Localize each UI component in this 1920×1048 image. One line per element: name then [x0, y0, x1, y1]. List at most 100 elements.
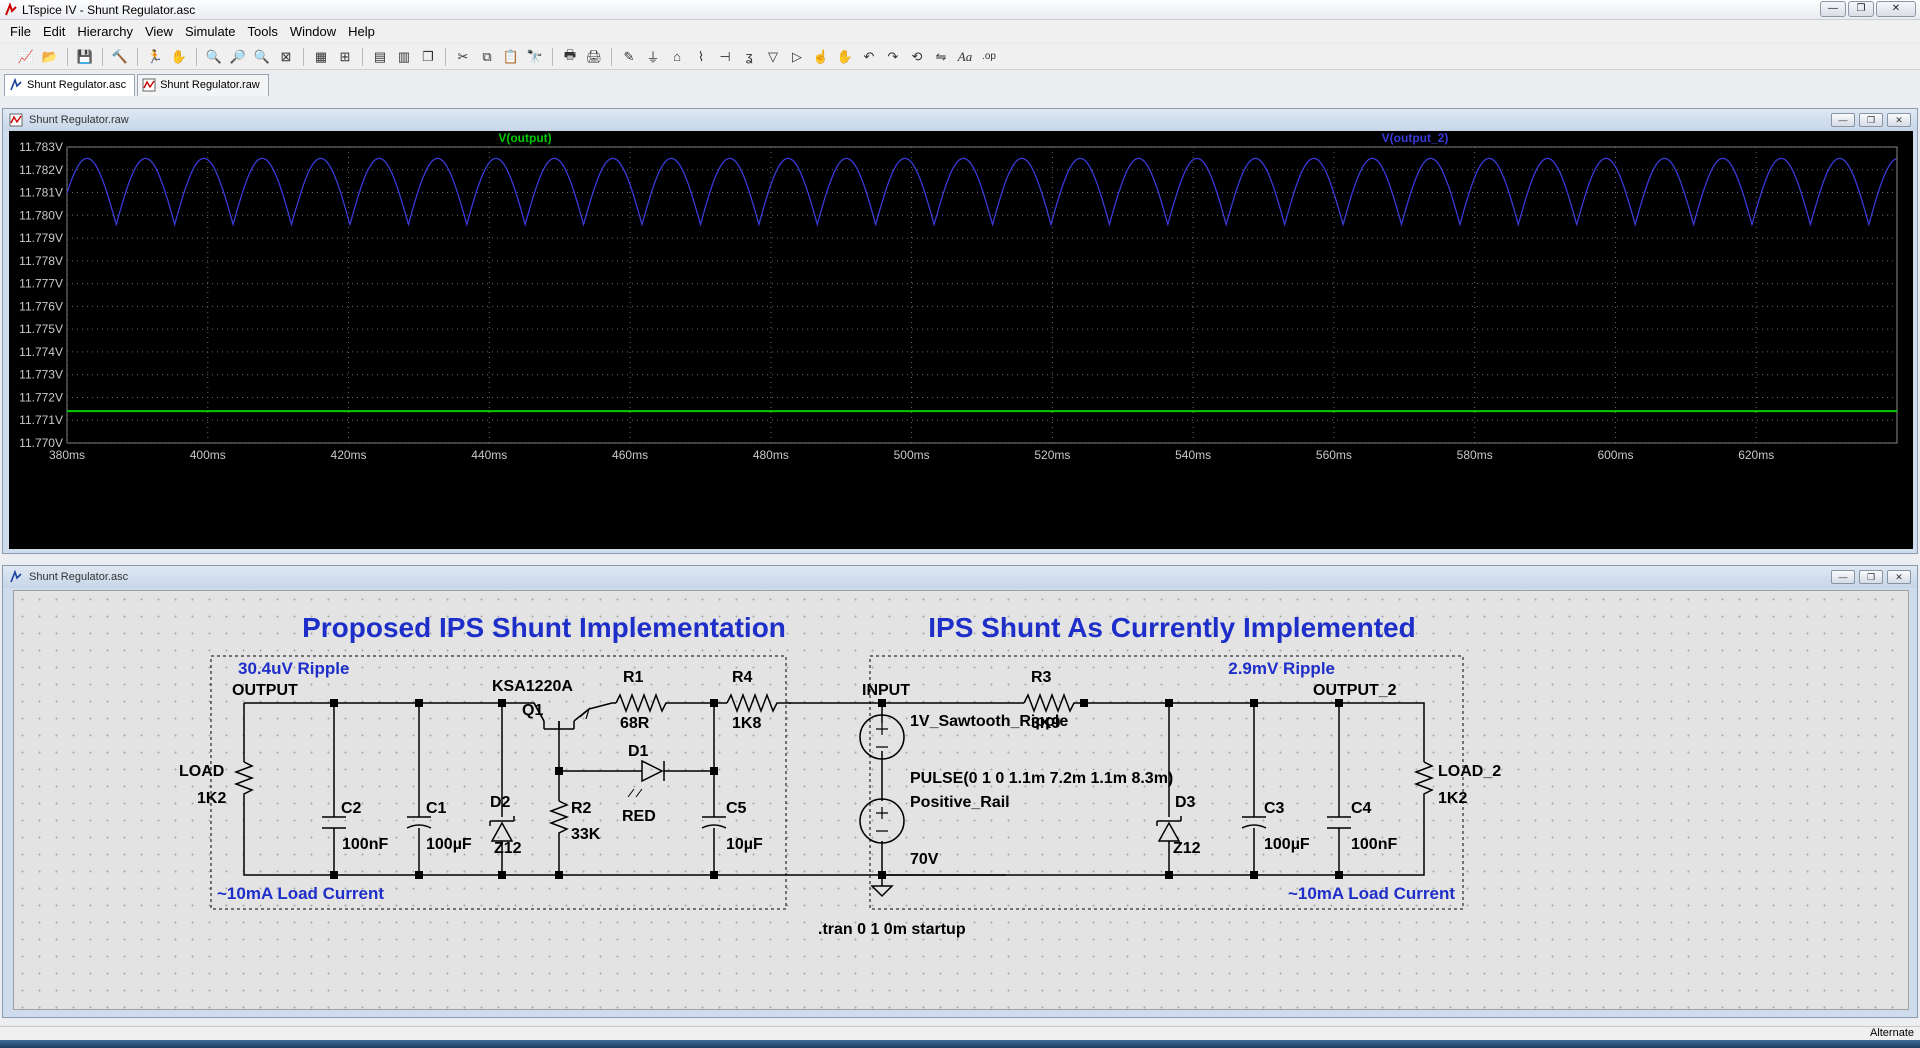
waveform-minimize-button[interactable]: — [1831, 113, 1855, 127]
net-input[interactable]: INPUT [862, 682, 910, 699]
d3-value[interactable]: Z12 [1173, 840, 1201, 857]
wire[interactable] [1346, 702, 1425, 762]
legend-v-output[interactable]: V(output) [498, 131, 551, 145]
d1-name[interactable]: D1 [628, 743, 649, 760]
wire[interactable] [588, 702, 616, 710]
r2-resistor[interactable] [548, 800, 570, 841]
waveform-plot[interactable]: 11.783V 11.782V 11.781V 11.780V 11.779V 11.77… [9, 131, 1913, 549]
c4-name[interactable]: C4 [1351, 800, 1372, 817]
left-current-note[interactable]: ~10mA Load Current [217, 884, 384, 903]
schematic-close-button[interactable]: ✕ [1887, 570, 1911, 584]
diode-icon[interactable]: ▽ [763, 47, 783, 67]
tab-waveform[interactable]: Shunt Regulator.raw [137, 74, 269, 96]
paste-icon[interactable]: 📋 [501, 47, 521, 67]
r3-name[interactable]: R3 [1031, 669, 1052, 686]
v2-value[interactable]: 70V [910, 851, 939, 868]
control-panel-icon[interactable]: 🔨 [110, 47, 130, 67]
load2-value[interactable]: 1K2 [1438, 790, 1467, 807]
menu-view[interactable]: View [139, 24, 179, 39]
c2-capacitor[interactable] [322, 816, 346, 829]
r2-value[interactable]: 33K [571, 826, 601, 843]
left-ripple-note[interactable]: 30.4uV Ripple [238, 659, 349, 678]
load2-resistor[interactable] [1413, 761, 1435, 800]
resistor-icon[interactable]: ⌇ [691, 47, 711, 67]
right-heading[interactable]: IPS Shunt As Currently Implemented [928, 612, 1415, 643]
q1-value[interactable]: KSA1220A [492, 678, 573, 695]
undo-icon[interactable]: ↶ [859, 47, 879, 67]
c5-value[interactable]: 10µF [726, 836, 763, 853]
inductor-icon[interactable]: ʓ [739, 47, 759, 67]
r1-value[interactable]: 68R [620, 715, 650, 732]
series-trace-2[interactable] [66, 157, 1897, 227]
d3-name[interactable]: D3 [1175, 794, 1196, 811]
copy-icon[interactable]: ⧉ [477, 47, 497, 67]
menu-help[interactable]: Help [342, 24, 381, 39]
schematic-drawing[interactable]: Proposed IPS Shunt Implementation IPS Sh… [14, 591, 1910, 1011]
move-icon[interactable]: ☝ [811, 47, 831, 67]
ground-icon[interactable]: ⏚ [643, 47, 663, 67]
schematic-restore-button[interactable]: ❐ [1859, 570, 1883, 584]
text-icon[interactable]: Aa [955, 47, 975, 67]
r1-name[interactable]: R1 [623, 669, 644, 686]
d2-name[interactable]: D2 [490, 794, 511, 811]
zoom-fit-icon[interactable]: ⊠ [276, 47, 296, 67]
load-name[interactable]: LOAD [179, 763, 224, 780]
c3-capacitor[interactable] [1241, 816, 1267, 829]
waveform-close-button[interactable]: ✕ [1887, 113, 1911, 127]
d3-zener[interactable] [1156, 816, 1182, 842]
wire-icon[interactable]: ✎ [619, 47, 639, 67]
r2-name[interactable]: R2 [571, 800, 592, 817]
right-current-note[interactable]: ~10mA Load Current [1288, 884, 1455, 903]
r4-resistor[interactable] [726, 692, 791, 714]
schematic-minimize-button[interactable]: — [1831, 570, 1855, 584]
redo-icon[interactable]: ↷ [883, 47, 903, 67]
v2-name[interactable]: Positive_Rail [910, 794, 1010, 811]
menu-simulate[interactable]: Simulate [179, 24, 242, 39]
c3-name[interactable]: C3 [1264, 800, 1285, 817]
menu-file[interactable]: File [4, 24, 37, 39]
menu-window[interactable]: Window [284, 24, 342, 39]
net-output[interactable]: OUTPUT [232, 682, 298, 699]
load2-name[interactable]: LOAD_2 [1438, 763, 1501, 780]
find-icon[interactable]: 🔭 [525, 47, 545, 67]
autorange-icon[interactable]: ▦ [311, 47, 331, 67]
c2-value[interactable]: 100nF [342, 836, 388, 853]
component-icon[interactable]: ▷ [787, 47, 807, 67]
cut-icon[interactable]: ✂ [453, 47, 473, 67]
menu-tools[interactable]: Tools [242, 24, 284, 39]
c1-capacitor[interactable] [406, 816, 432, 829]
tile-vertical-icon[interactable]: ▤ [370, 47, 390, 67]
d2-zener[interactable] [489, 816, 515, 842]
right-ripple-note[interactable]: 2.9mV Ripple [1228, 659, 1335, 678]
tile-horizontal-icon[interactable]: ▥ [394, 47, 414, 67]
waveform-plot-area[interactable]: 11.783V 11.782V 11.781V 11.780V 11.779V 11.77… [9, 131, 1913, 549]
menu-hierarchy[interactable]: Hierarchy [71, 24, 139, 39]
tab-schematic[interactable]: Shunt Regulator.asc [4, 74, 136, 96]
new-schematic-icon[interactable]: 📈 [16, 47, 36, 67]
c3-value[interactable]: 100µF [1264, 836, 1310, 853]
drag-icon[interactable]: ✋ [835, 47, 855, 67]
c4-capacitor[interactable] [1327, 816, 1351, 829]
c2-name[interactable]: C2 [341, 800, 362, 817]
d1-value[interactable]: RED [622, 808, 656, 825]
open-icon[interactable]: 📂 [40, 47, 60, 67]
halt-icon[interactable]: ✋ [169, 47, 189, 67]
mirror-icon[interactable]: ⇋ [931, 47, 951, 67]
c4-value[interactable]: 100nF [1351, 836, 1397, 853]
waveform-restore-button[interactable]: ❐ [1859, 113, 1883, 127]
r3-resistor[interactable] [1023, 692, 1080, 714]
c5-name[interactable]: C5 [726, 800, 747, 817]
v2-source[interactable] [859, 798, 905, 844]
run-icon[interactable]: 🏃 [145, 47, 165, 67]
load-value[interactable]: 1K2 [197, 790, 226, 807]
r4-value[interactable]: 1K8 [732, 715, 761, 732]
spice-directive[interactable]: .tran 0 1 0m startup [818, 921, 966, 938]
left-heading[interactable]: Proposed IPS Shunt Implementation [302, 612, 786, 643]
r1-resistor[interactable] [615, 692, 679, 714]
c1-value[interactable]: 100µF [426, 836, 472, 853]
rotate-icon[interactable]: ⟲ [907, 47, 927, 67]
net-output-2[interactable]: OUTPUT_2 [1313, 682, 1397, 699]
q1-name[interactable]: Q1 [522, 702, 543, 719]
close-button[interactable]: ✕ [1876, 1, 1916, 17]
zoom-area-icon[interactable]: 🔎 [228, 47, 248, 67]
